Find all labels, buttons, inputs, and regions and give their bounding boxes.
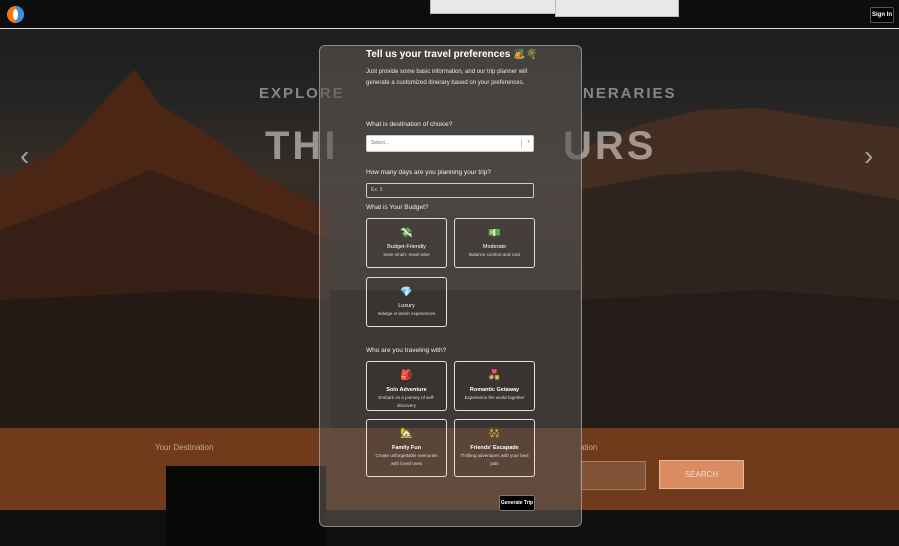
- destination-select[interactable]: Select... ▾: [366, 135, 534, 152]
- nav-tab-2[interactable]: [555, 0, 679, 17]
- travel-option-desc: Experience the world together: [464, 395, 525, 400]
- travel-option-friends[interactable]: 👯 Friends' Escapade Thrilling adventures…: [454, 419, 535, 477]
- travel-option-family[interactable]: 🏡 Family Fun Create unforgettable memori…: [366, 419, 447, 477]
- duration-label: ation: [580, 443, 598, 452]
- house-icon: 🏡: [400, 428, 413, 439]
- backpack-icon: 🎒: [400, 370, 413, 381]
- travel-option-title: Solo Adventure: [386, 387, 427, 393]
- days-input[interactable]: Ex. 3: [366, 183, 534, 198]
- budget-option-desc: Save smart, travel wise: [383, 252, 430, 257]
- destination-select-value: Select...: [371, 140, 390, 146]
- generate-trip-button[interactable]: Generate Trip: [499, 495, 535, 511]
- travel-question: Who are you traveling with?: [366, 347, 447, 354]
- budget-option-desc: Balance comfort and cost: [469, 252, 520, 257]
- budget-option-moderate[interactable]: 💵 Moderate Balance comfort and cost: [454, 218, 535, 268]
- budget-option-budget-friendly[interactable]: 💸 Budget-Friendly Save smart, travel wis…: [366, 218, 447, 268]
- travel-option-title: Romantic Getaway: [469, 387, 520, 393]
- budget-option-title: Luxury: [398, 303, 415, 309]
- carousel-prev-icon[interactable]: ‹: [20, 140, 29, 172]
- money-wings-icon: 💸: [400, 228, 413, 239]
- navbar: Sign In: [0, 0, 899, 29]
- days-input-placeholder: Ex. 3: [371, 187, 383, 193]
- sign-in-button[interactable]: Sign In: [870, 7, 894, 23]
- duration-select[interactable]: [580, 461, 646, 490]
- budget-option-title: Moderate: [482, 244, 507, 250]
- budget-option-luxury[interactable]: 💎 Luxury Indulge in lavish experiences: [366, 277, 447, 327]
- travel-option-title: Friends' Escapade: [470, 445, 519, 451]
- travel-option-solo[interactable]: 🎒 Solo Adventure Embark on a journey of …: [366, 361, 447, 411]
- trip-preferences-panel: Tell us your travel preferences 🏕️🌴 Just…: [319, 45, 582, 527]
- form-title: Tell us your travel preferences 🏕️🌴: [366, 49, 539, 60]
- travel-option-title: Family Fun: [391, 445, 422, 451]
- search-button[interactable]: SEARCH: [659, 460, 744, 489]
- hero-tagline-right: NERARIES: [583, 85, 677, 102]
- banknote-icon: 💵: [488, 228, 501, 239]
- travel-option-desc: Embark on a journey of self-discovery: [378, 395, 435, 408]
- gem-icon: 💎: [400, 287, 413, 298]
- select-separator: [521, 139, 522, 148]
- budget-question: What is Your Budget?: [366, 204, 429, 211]
- budget-option-title: Budget-Friendly: [387, 244, 426, 250]
- nav-tab-1[interactable]: [430, 0, 556, 14]
- couple-icon: 👩‍❤️‍👨: [488, 370, 501, 381]
- travel-option-romantic[interactable]: 👩‍❤️‍👨 Romantic Getaway Experience the w…: [454, 361, 535, 411]
- travel-option-desc: Create unforgettable memories with loved…: [375, 453, 438, 466]
- app-logo[interactable]: [7, 6, 24, 23]
- destination-label: Your Destination: [155, 443, 214, 452]
- travel-option-desc: Thrilling adventures with your best pals: [460, 453, 529, 466]
- destination-question: What is destination of choice?: [366, 121, 453, 128]
- carousel-next-icon[interactable]: ›: [864, 140, 873, 172]
- chevron-down-icon: ▾: [527, 139, 530, 145]
- form-subtitle: Just provide some basic information, and…: [366, 69, 528, 86]
- budget-option-desc: Indulge in lavish experiences: [377, 311, 436, 316]
- days-question: How many days are you planning your trip…: [366, 169, 492, 176]
- friends-icon: 👯: [488, 428, 501, 439]
